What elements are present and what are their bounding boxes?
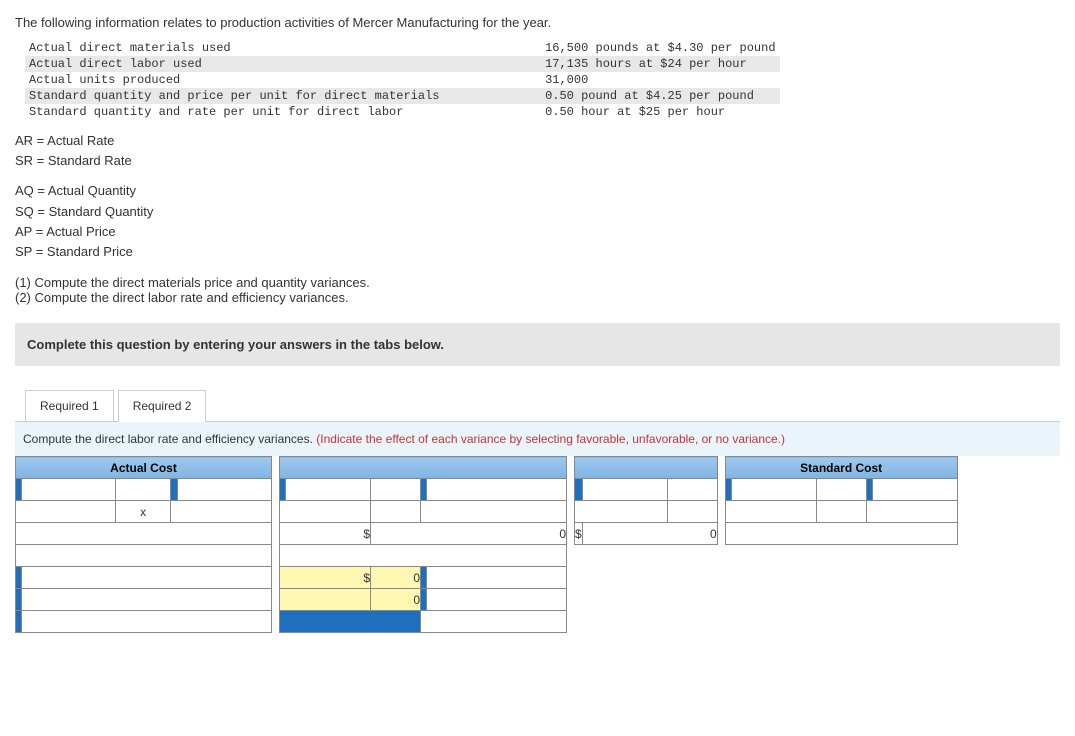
times-symbol: x xyxy=(116,501,171,523)
questions: (1) Compute the direct materials price a… xyxy=(15,275,1060,305)
data-value: 0.50 pound at $4.25 per pound xyxy=(465,88,779,104)
data-label: Actual direct materials used xyxy=(25,40,465,56)
marker xyxy=(280,611,421,633)
header-mid-1 xyxy=(280,457,567,479)
marker xyxy=(171,479,178,501)
input-cell[interactable] xyxy=(427,479,567,501)
input-cell[interactable] xyxy=(427,589,567,611)
intro-text: The following information relates to pro… xyxy=(15,15,1060,30)
definition: SP = Standard Price xyxy=(15,243,1060,261)
input-cell[interactable] xyxy=(427,567,567,589)
input-cell[interactable] xyxy=(725,501,816,523)
input-cell[interactable] xyxy=(280,501,371,523)
value-cell[interactable]: 0 xyxy=(371,589,421,611)
input-cell[interactable] xyxy=(575,501,668,523)
input-cell[interactable] xyxy=(371,479,421,501)
tab-required-1[interactable]: Required 1 xyxy=(25,390,114,422)
header-standard-cost: Standard Cost xyxy=(725,457,957,479)
input-cell[interactable] xyxy=(582,479,667,501)
data-label: Standard quantity and rate per unit for … xyxy=(25,104,465,120)
input-cell[interactable] xyxy=(280,589,371,611)
input-cell[interactable] xyxy=(421,611,567,633)
tab-strip: Required 1 Required 2 xyxy=(25,390,1060,422)
input-cell[interactable] xyxy=(667,501,717,523)
data-label: Actual units produced xyxy=(25,72,465,88)
value-cell[interactable]: 0 xyxy=(582,523,717,545)
input-cell[interactable] xyxy=(816,501,866,523)
data-value: 17,135 hours at $24 per hour xyxy=(465,56,779,72)
value-cell[interactable]: 0 xyxy=(371,523,567,545)
question-1: (1) Compute the direct materials price a… xyxy=(15,275,1060,290)
input-cell[interactable] xyxy=(667,479,717,501)
tab-required-2[interactable]: Required 2 xyxy=(118,390,207,422)
input-cell[interactable] xyxy=(22,589,272,611)
definition: AP = Actual Price xyxy=(15,223,1060,241)
definition: SQ = Standard Quantity xyxy=(15,203,1060,221)
data-value: 16,500 pounds at $4.30 per pound xyxy=(465,40,779,56)
input-cell[interactable] xyxy=(22,479,116,501)
marker xyxy=(575,479,583,501)
input-cell[interactable] xyxy=(16,523,272,545)
input-cell[interactable] xyxy=(421,501,567,523)
header-actual-cost: Actual Cost xyxy=(16,457,272,479)
definitions-block-2: AQ = Actual Quantity SQ = Standard Quanti… xyxy=(15,182,1060,261)
worksheet: Actual Cost Standard Cost x xyxy=(15,456,1060,633)
dollar-label: $ xyxy=(575,523,583,545)
definitions-block-1: AR = Actual Rate SR = Standard Rate xyxy=(15,132,1060,170)
input-cell[interactable] xyxy=(872,479,957,501)
instruction-bar: Complete this question by entering your … xyxy=(15,323,1060,366)
tab-prompt-text: Compute the direct labor rate and effici… xyxy=(23,432,316,446)
data-value: 31,000 xyxy=(465,72,779,88)
input-cell[interactable] xyxy=(286,479,371,501)
tab-hint: (Indicate the effect of each variance by… xyxy=(316,432,785,446)
value-cell[interactable]: 0 xyxy=(371,567,421,589)
input-cell[interactable] xyxy=(725,523,957,545)
question-2: (2) Compute the direct labor rate and ef… xyxy=(15,290,1060,305)
input-cell[interactable] xyxy=(22,567,272,589)
data-value: 0.50 hour at $25 per hour xyxy=(465,104,779,120)
input-cell[interactable] xyxy=(731,479,816,501)
input-cell[interactable] xyxy=(816,479,866,501)
data-label: Standard quantity and price per unit for… xyxy=(25,88,465,104)
definition: AR = Actual Rate xyxy=(15,132,1060,150)
data-label: Actual direct labor used xyxy=(25,56,465,72)
tab-prompt: Compute the direct labor rate and effici… xyxy=(15,421,1060,456)
input-cell[interactable] xyxy=(16,501,116,523)
input-cell[interactable] xyxy=(177,479,271,501)
definition: AQ = Actual Quantity xyxy=(15,182,1060,200)
definition: SR = Standard Rate xyxy=(15,152,1060,170)
input-cell[interactable] xyxy=(116,479,171,501)
input-cell[interactable] xyxy=(371,501,421,523)
dollar-label: $ xyxy=(280,567,371,589)
spacer-cell xyxy=(16,545,272,567)
input-cell[interactable] xyxy=(22,611,272,633)
input-cell[interactable] xyxy=(866,501,957,523)
spacer-cell xyxy=(280,545,567,567)
dollar-label: $ xyxy=(280,523,371,545)
input-cell[interactable] xyxy=(171,501,272,523)
header-mid-2 xyxy=(575,457,718,479)
given-data-table: Actual direct materials used 16,500 poun… xyxy=(25,40,780,120)
